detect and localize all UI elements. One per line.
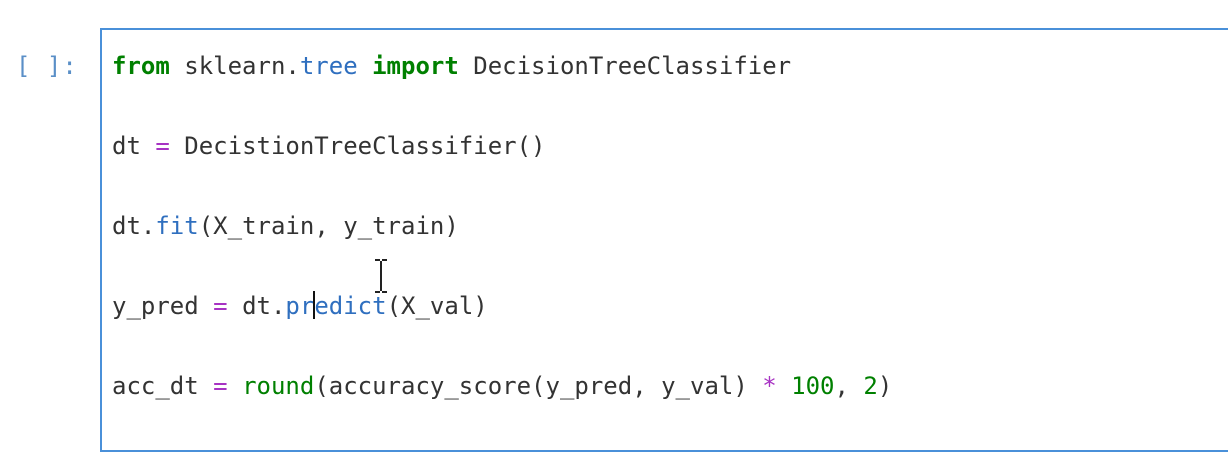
variable-name: dt <box>112 132 141 160</box>
module-attr: tree <box>299 52 358 80</box>
assign-operator: = <box>140 132 185 160</box>
builtin-function: round <box>242 372 315 400</box>
close-paren: ) <box>877 372 893 400</box>
notebook-page: [ ]: from sklearn.tree import DecisionTr… <box>0 0 1230 470</box>
code-line-2: dt = DecistionTreeClassifier() <box>112 130 892 210</box>
input-prompt: [ ]: <box>16 52 78 80</box>
keyword-import: import <box>357 52 459 80</box>
code-cell[interactable]: [ ]: from sklearn.tree import DecisionTr… <box>0 28 1230 454</box>
variable-name: acc_dt <box>112 372 199 400</box>
keyword-from: from <box>112 52 170 80</box>
code-line-3: dt.fit(X_train, y_train) <box>112 210 892 290</box>
assign-operator: = <box>198 372 243 400</box>
number-literal: 2 <box>863 372 878 400</box>
method-name-part: pr <box>285 292 315 320</box>
code-editor[interactable]: from sklearn.tree import DecisionTreeCla… <box>100 28 1228 452</box>
constructor-call: DecistionTreeClassifier() <box>184 132 546 160</box>
call-arguments: (X_val) <box>386 292 488 320</box>
method-name-part: edict <box>314 292 387 320</box>
object-name: dt. <box>242 292 286 320</box>
multiply-operator: * <box>762 372 777 400</box>
assign-operator: = <box>198 292 243 320</box>
method-name: fit <box>155 212 199 240</box>
code-line-1: from sklearn.tree import DecisionTreeCla… <box>112 50 892 130</box>
module-name: sklearn. <box>169 52 300 80</box>
text-ibeam-cursor-icon <box>375 259 387 293</box>
code-area[interactable]: from sklearn.tree import DecisionTreeCla… <box>112 50 892 450</box>
variable-name: y_pred <box>112 292 199 320</box>
object-name: dt. <box>112 212 156 240</box>
number-literal: 100 <box>791 372 835 400</box>
code-line-5: acc_dt = round(accuracy_score(y_pred, y_… <box>112 370 892 450</box>
call-arguments: (X_train, y_train) <box>198 212 459 240</box>
import-name: DecisionTreeClassifier <box>458 52 792 80</box>
call-arguments: (accuracy_score(y_pred, y_val) <box>314 372 763 400</box>
code-line-4: y_pred = dt.predict(X_val) <box>112 290 892 370</box>
comma-separator: , <box>834 372 864 400</box>
